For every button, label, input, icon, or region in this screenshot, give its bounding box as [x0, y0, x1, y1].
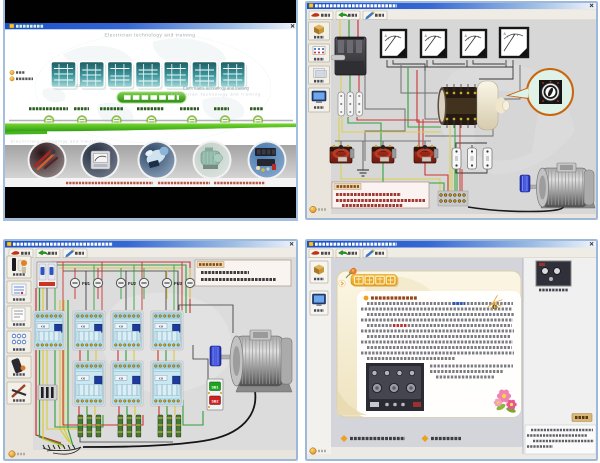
svg-text:FU1: FU1 — [82, 281, 91, 286]
svg-text:FU2: FU2 — [128, 281, 137, 286]
svg-text:-CC: -CC — [75, 84, 82, 88]
svg-text:Electrician technology and tra: Electrician technology and training — [105, 33, 196, 38]
svg-text:KM: KM — [41, 325, 46, 329]
svg-text:KM: KM — [159, 376, 164, 380]
svg-text:SB1: SB1 — [212, 385, 219, 389]
svg-text:KM: KM — [81, 325, 86, 329]
svg-text:FU3: FU3 — [174, 281, 183, 286]
svg-text:KM: KM — [81, 376, 86, 380]
svg-text:KM: KM — [119, 325, 124, 329]
svg-text:KM: KM — [159, 325, 164, 329]
svg-text:Electricians technology and tr: Electricians technology and training — [183, 86, 250, 91]
svg-text:KM: KM — [119, 376, 124, 380]
svg-text:SB2: SB2 — [212, 399, 219, 403]
svg-text:Electrician Technology and: Electrician Technology and training — [171, 93, 261, 97]
